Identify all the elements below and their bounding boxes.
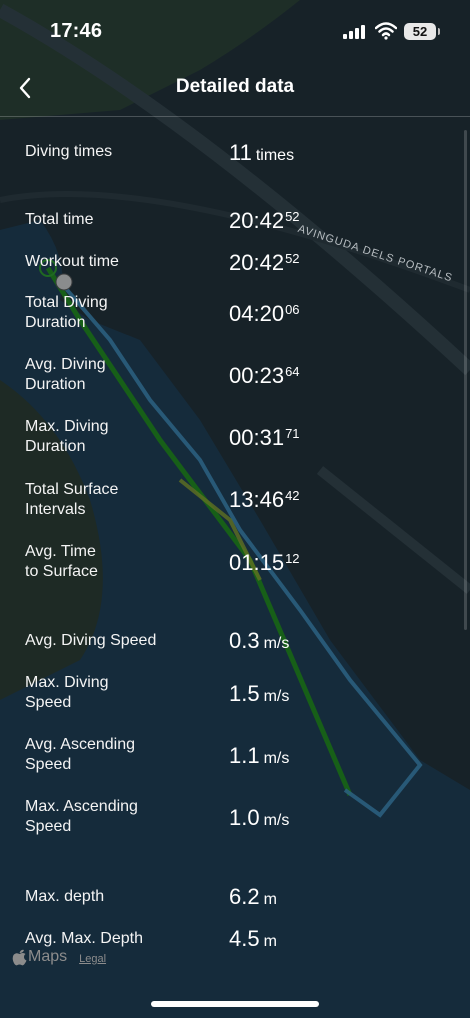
stat-value-main: 1.0 (229, 805, 260, 830)
stat-value-sup: 71 (285, 426, 300, 441)
stat-value-main: 13:46 (229, 487, 285, 512)
stat-label: Total time (25, 211, 94, 228)
stat-value: 4.5 m (229, 926, 277, 952)
stat-label: Total Surface Intervals (25, 481, 119, 518)
stat-value-sup: 06 (285, 302, 300, 317)
stat-value-main: 00:31 (229, 425, 285, 450)
stat-label: Avg. Time to Surface (25, 543, 98, 580)
stat-value: 01:1512 (229, 550, 300, 576)
stat-value-unit: m (263, 891, 277, 908)
stat-value-sup: 64 (285, 364, 300, 379)
stat-value: 20:4252 (229, 250, 300, 276)
stat-value: 04:2006 (229, 301, 300, 327)
stat-value-main: 20:42 (229, 208, 285, 233)
stat-label: Avg. Ascending Speed (25, 736, 136, 773)
stat-label: Workout time (25, 253, 119, 270)
stat-value-main: 11 (229, 140, 252, 165)
stat-value: 00:2364 (229, 363, 300, 389)
stat-value: 1.5 m/s (229, 681, 289, 707)
stat-value-unit: m/s (263, 812, 290, 829)
stat-value-main: 0.3 (229, 628, 260, 653)
stat-label: Max. Diving Speed (25, 674, 109, 711)
stat-value-unit: m/s (263, 688, 290, 705)
stat-value-unit: m/s (263, 750, 290, 767)
stat-value-main: 6.2 (229, 884, 260, 909)
stat-value-main: 1.1 (229, 743, 260, 768)
stats-list: Diving times 11 times Total time 20:4252 … (0, 0, 470, 1018)
stat-value: 6.2 m (229, 884, 277, 910)
stat-value-main: 1.5 (229, 681, 260, 706)
stat-value-main: 04:20 (229, 301, 285, 326)
stat-label: Total Diving Duration (25, 294, 108, 331)
stat-label: Avg. Max. Depth (25, 930, 143, 947)
stat-value-unit: m (263, 933, 277, 950)
stat-value: 13:4642 (229, 487, 300, 513)
scroll-indicator[interactable] (464, 130, 467, 630)
stat-value-main: 00:23 (229, 363, 285, 388)
stat-value-sup: 52 (285, 209, 300, 224)
stat-value: 20:4252 (229, 208, 300, 234)
stat-label: Max. Diving Duration (25, 418, 109, 455)
stat-value-unit: times (255, 147, 295, 164)
stat-value: 00:3171 (229, 425, 300, 451)
stat-value-main: 01:15 (229, 550, 285, 575)
stat-value-unit: m/s (263, 635, 290, 652)
stat-value: 1.0 m/s (229, 805, 289, 831)
stat-value: 0.3 m/s (229, 628, 289, 654)
stat-value-main: 20:42 (229, 250, 285, 275)
stat-label: Max. depth (25, 888, 105, 905)
stat-label: Diving times (25, 143, 113, 160)
home-indicator[interactable] (151, 1001, 319, 1007)
stat-value-main: 4.5 (229, 926, 260, 951)
stat-value: 11 times (229, 140, 294, 166)
stat-value-sup: 42 (285, 488, 300, 503)
stat-value: 1.1 m/s (229, 743, 289, 769)
stat-label: Max. Ascending Speed (25, 798, 138, 835)
stat-label: Avg. Diving Speed (25, 632, 157, 649)
stat-value-sup: 12 (285, 551, 300, 566)
stat-label: Avg. Diving Duration (25, 356, 106, 393)
stat-value-sup: 52 (285, 251, 300, 266)
